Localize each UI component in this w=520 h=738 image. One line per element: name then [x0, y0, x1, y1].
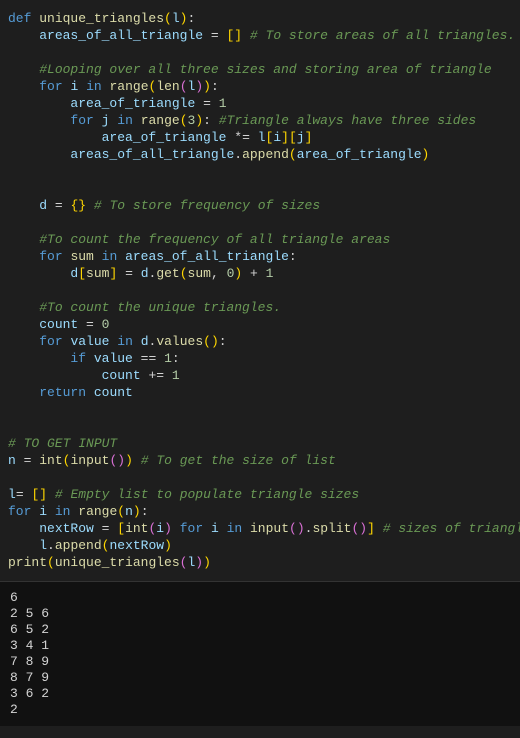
code-line: for sum in areas_of_all_triangle: [8, 248, 520, 265]
output-line: 6 5 2 [10, 622, 510, 638]
comment: #To count the frequency of all triangle … [39, 232, 390, 247]
comment: # Empty list to populate triangle sizes [55, 487, 359, 502]
code-line: area_of_triangle = 1 [8, 95, 520, 112]
code-line: for j in range(3): #Triangle always have… [8, 112, 520, 129]
code-line: #To count the unique triangles. [8, 299, 520, 316]
code-line: l= [] # Empty list to populate triangle … [8, 486, 520, 503]
output-line: 7 8 9 [10, 654, 510, 670]
code-line: areas_of_all_triangle.append(area_of_tri… [8, 146, 520, 163]
code-line: return count [8, 384, 520, 401]
output-line: 2 [10, 702, 510, 718]
code-line: count = 0 [8, 316, 520, 333]
param-l: l [172, 11, 180, 26]
code-line [8, 469, 520, 486]
code-line [8, 214, 520, 231]
code-line: area_of_triangle *= l[i][j] [8, 129, 520, 146]
code-line: d[sum] = d.get(sum, 0) + 1 [8, 265, 520, 282]
comment: # To get the size of list [141, 453, 336, 468]
code-line: for value in d.values(): [8, 333, 520, 350]
keyword-for: for [39, 79, 62, 94]
code-line: #Looping over all three sizes and storin… [8, 61, 520, 78]
code-line: #To count the frequency of all triangle … [8, 231, 520, 248]
output-line: 2 5 6 [10, 606, 510, 622]
code-line: # TO GET INPUT [8, 435, 520, 452]
code-line: l.append(nextRow) [8, 537, 520, 554]
code-line: for i in range(len(l)): [8, 78, 520, 95]
comment: # To store areas of all triangles. [250, 28, 515, 43]
code-line [8, 163, 520, 180]
comment: # TO GET INPUT [8, 436, 117, 451]
output-line: 3 4 1 [10, 638, 510, 654]
code-line: if value == 1: [8, 350, 520, 367]
code-line [8, 401, 520, 418]
code-line [8, 44, 520, 61]
output-line: 8 7 9 [10, 670, 510, 686]
function-name: unique_triangles [39, 11, 164, 26]
output-line: 6 [10, 590, 510, 606]
code-line: def unique_triangles(l): [8, 10, 520, 27]
code-line: areas_of_all_triangle = [] # To store ar… [8, 27, 520, 44]
code-line [8, 282, 520, 299]
code-line [8, 418, 520, 435]
output-console: 6 2 5 6 6 5 2 3 4 1 7 8 9 8 7 9 3 6 2 2 [0, 581, 520, 726]
comment: # To store frequency of sizes [94, 198, 320, 213]
code-line: for i in range(n): [8, 503, 520, 520]
code-line: count += 1 [8, 367, 520, 384]
code-line: d = {} # To store frequency of sizes [8, 197, 520, 214]
code-line: n = int(input()) # To get the size of li… [8, 452, 520, 469]
comment: #Triangle always have three sides [219, 113, 476, 128]
code-line: print(unique_triangles(l)) [8, 554, 520, 571]
keyword-def: def [8, 11, 31, 26]
var: areas_of_all_triangle [39, 28, 203, 43]
code-line [8, 180, 520, 197]
comment: #Looping over all three sizes and storin… [39, 62, 491, 77]
code-editor: def unique_triangles(l): areas_of_all_tr… [0, 0, 520, 581]
code-line: nextRow = [int(i) for i in input().split… [8, 520, 520, 537]
comment: #To count the unique triangles. [39, 300, 281, 315]
comment: # sizes of triangles. [383, 521, 520, 536]
output-line: 3 6 2 [10, 686, 510, 702]
